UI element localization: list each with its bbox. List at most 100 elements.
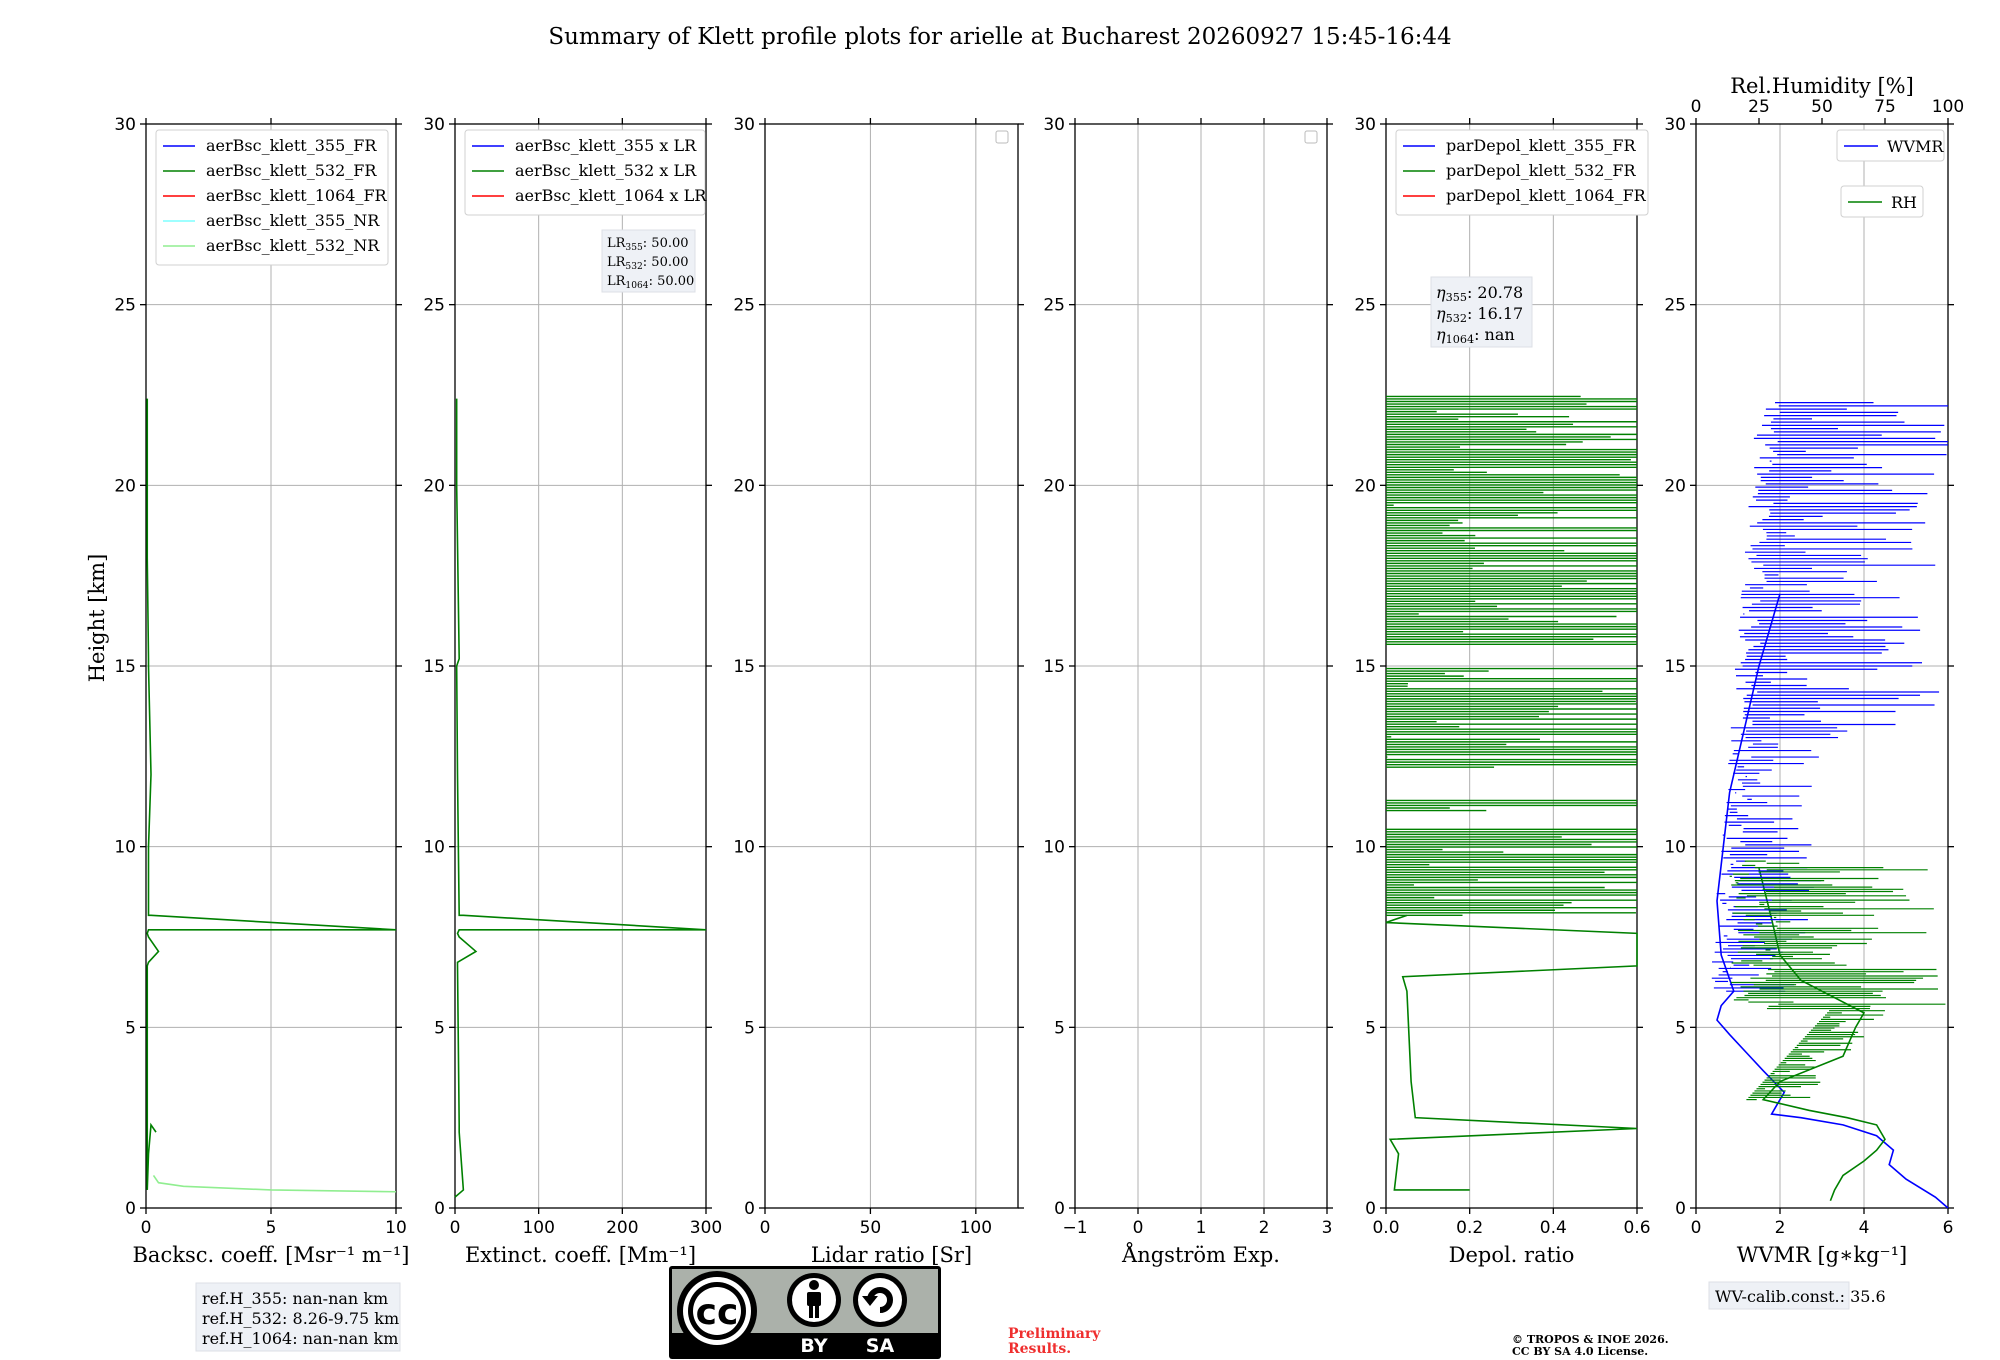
badge-sa-label: SA — [866, 1335, 895, 1357]
badge-by-label: BY — [800, 1335, 827, 1357]
legend-rh: RH — [1840, 185, 1924, 218]
panel-wv: 0 2 4 6 0 5 10 15 20 25 30 WVMR [g∗kg⁻¹] 0 25 50 75 100 R… — [1664, 74, 1964, 1267]
depol-noise-strokes — [1386, 395, 1637, 917]
legend-label: parDepol_klett_1064_FR — [1446, 186, 1647, 205]
legend-label: aerBsc_klett_532_FR — [206, 161, 377, 180]
figure-title: Summary of Klett profile plots for ariel… — [548, 24, 1451, 50]
y-tick-label: 5 — [125, 1018, 136, 1038]
series-line — [1385, 914, 1638, 1191]
preliminary-line-1: Preliminary — [1008, 1326, 1101, 1342]
x-tick-label: 0.2 — [1456, 1218, 1483, 1238]
x-axis-label: WVMR [g∗kg⁻¹] — [1737, 1243, 1908, 1267]
y-tick-label: 20 — [1354, 476, 1376, 496]
y-tick-label: 20 — [423, 476, 445, 496]
x-axis-label: Lidar ratio [Sr] — [811, 1243, 972, 1267]
x-tick-label: 0 — [1691, 1218, 1702, 1238]
legend: parDepol_klett_355_FR parDepol_klett_532_… — [1395, 129, 1649, 216]
legend-label: WVMR — [1887, 137, 1944, 156]
rh-top-tick-label: 50 — [1811, 97, 1833, 117]
x-tick-label: 50 — [860, 1218, 882, 1238]
x-tick-label: 100 — [522, 1218, 554, 1238]
y-tick-label: 25 — [1664, 296, 1686, 316]
x-tick-label: 0.0 — [1372, 1218, 1399, 1238]
x-tick-label: 1 — [1196, 1218, 1207, 1238]
y-tick-label: 30 — [423, 115, 445, 135]
y-tick-label: 15 — [733, 657, 755, 677]
y-tick-label: 15 — [114, 657, 136, 677]
legend-label: aerBsc_klett_355_NR — [206, 211, 380, 230]
series-line — [146, 398, 397, 1190]
y-tick-label: 10 — [1354, 838, 1376, 858]
lidar-ratio-box: LR355: 50.00 LR532: 50.00 LR1064: 50.00 — [601, 229, 696, 293]
x-axis-label: Ångström Exp. — [1121, 1242, 1280, 1267]
y-tick-label: 5 — [1675, 1018, 1686, 1038]
wv-calib-box: WV-calib.const.: 35.6 — [1708, 1281, 1886, 1310]
ref-h-1064: ref.H_1064: nan-nan km — [202, 1329, 398, 1348]
legend-label: aerBsc_klett_355_FR — [206, 136, 377, 155]
rh-top-axis-label: Rel.Humidity [%] — [1730, 74, 1914, 98]
panel-ang: −1 0 1 2 3051015202530Ångström Exp. — [1043, 115, 1333, 1267]
x-tick-label: 5 — [266, 1218, 277, 1238]
legend-label: aerBsc_klett_1064_FR — [206, 186, 388, 205]
rh-top-tick-label: 25 — [1748, 97, 1770, 117]
y-tick-label: 10 — [1664, 838, 1686, 858]
legend-label: RH — [1891, 193, 1917, 212]
series-line — [152, 1175, 397, 1193]
x-tick-label: 0.6 — [1623, 1218, 1650, 1238]
x-tick-label: 6 — [1943, 1218, 1954, 1238]
y-tick-label: 15 — [423, 657, 445, 677]
legend: aerBsc_klett_355_FR aerBsc_klett_532_FRae… — [155, 129, 389, 266]
legend-label: aerBsc_klett_355 x LR — [515, 136, 697, 155]
x-axis-label: Backsc. coeff. [Msr⁻¹ m⁻¹] — [133, 1243, 410, 1267]
rh-top-tick-label: 75 — [1874, 97, 1896, 117]
cc-by-sa-badge: cc BY SA — [669, 1266, 941, 1359]
panel-ext: 0 100 200 300 0 5 10 15 20 25 30 Extinct. coeff. [M… — [423, 115, 722, 1267]
y-tick-label: 15 — [1354, 657, 1376, 677]
y-tick-label: 25 — [1043, 296, 1065, 316]
series-line — [454, 398, 707, 1198]
legend: aerBsc_klett_355 x LR aerBsc_klett_532 x … — [464, 129, 707, 216]
panel-lr: 0 50 100 0 5 10 15 20 25 30 Lidar ratio [Sr] — [733, 115, 1024, 1267]
eta-box: η355: 20.78η532: 16.17η1064: nan — [1430, 276, 1533, 348]
x-tick-label: 10 — [385, 1218, 407, 1238]
legend-label: parDepol_klett_532_FR — [1446, 161, 1637, 180]
y-tick-label: 15 — [1664, 657, 1686, 677]
rh-top-tick-label: 100 — [1932, 97, 1964, 117]
x-tick-label: 3 — [1322, 1218, 1333, 1238]
x-tick-label: 0 — [760, 1218, 771, 1238]
y-axis-label: Height [km] — [85, 554, 109, 683]
y-tick-label: 0 — [1365, 1199, 1376, 1219]
x-tick-label: 300 — [690, 1218, 722, 1238]
preliminary-line-2: Results. — [1008, 1341, 1071, 1357]
svg-text:cc: cc — [696, 1292, 739, 1333]
x-tick-label: 0 — [450, 1218, 461, 1238]
y-tick-label: 20 — [1043, 476, 1065, 496]
x-tick-label: 0.4 — [1540, 1218, 1567, 1238]
y-tick-label: 0 — [1675, 1199, 1686, 1219]
y-tick-label: 10 — [1043, 838, 1065, 858]
legend-label: parDepol_klett_355_FR — [1446, 136, 1637, 155]
y-tick-label: 30 — [1043, 115, 1065, 135]
y-tick-label: 5 — [1054, 1018, 1065, 1038]
x-tick-label: 0 — [1133, 1218, 1144, 1238]
empty-legend-box — [995, 130, 1009, 144]
rh-noise-strokes — [1729, 860, 1946, 1101]
y-tick-label: 10 — [733, 838, 755, 858]
y-tick-label: 30 — [1664, 115, 1686, 135]
klett-summary-figure: Summary of Klett profile plots for ariel… — [85, 24, 1964, 1359]
lr-value: LR355: 50.00 — [607, 236, 689, 253]
x-axis-label: Depol. ratio — [1449, 1243, 1575, 1267]
y-tick-label: 20 — [733, 476, 755, 496]
x-tick-label: −1 — [1062, 1218, 1087, 1238]
y-tick-label: 0 — [1054, 1199, 1065, 1219]
attribution-icon — [787, 1273, 841, 1327]
ref-h-532: ref.H_532: 8.26-9.75 km — [202, 1309, 399, 1328]
y-tick-label: 15 — [1043, 657, 1065, 677]
y-tick-label: 25 — [733, 296, 755, 316]
lr-value: LR532: 50.00 — [607, 255, 689, 272]
x-tick-label: 4 — [1859, 1218, 1870, 1238]
y-tick-label: 20 — [1664, 476, 1686, 496]
y-tick-label: 0 — [744, 1199, 755, 1219]
wv-calib-text: WV-calib.const.: 35.6 — [1715, 1287, 1886, 1306]
y-tick-label: 10 — [114, 838, 136, 858]
